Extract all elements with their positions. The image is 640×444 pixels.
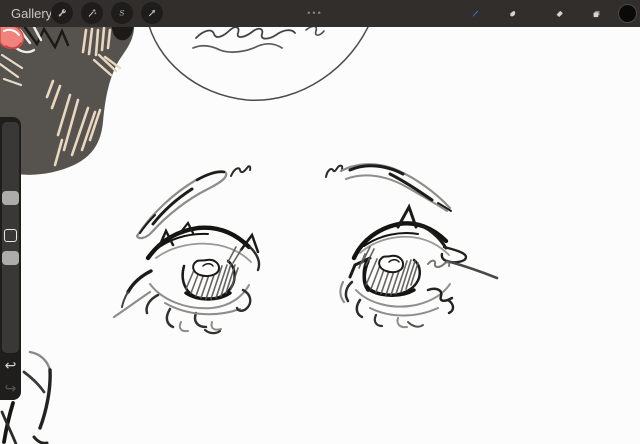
gallery-button[interactable]: Gallery — [11, 0, 52, 27]
layers-button[interactable] — [586, 3, 607, 24]
adjustments-button[interactable] — [81, 2, 103, 24]
magic-wand-icon — [88, 8, 97, 17]
transform-button[interactable] — [141, 2, 163, 24]
left-eye-sketch — [112, 165, 261, 335]
undo-icon: ↩ — [4, 357, 17, 373]
wrench-icon — [58, 9, 66, 17]
drawing-canvas[interactable] — [0, 0, 640, 444]
opacity-slider-handle[interactable] — [2, 251, 19, 265]
top-toolbar: Gallery S ••• — [0, 0, 640, 27]
eraser-tool-button[interactable] — [549, 3, 570, 24]
layers-icon — [593, 10, 600, 17]
smudge-finger-icon — [510, 10, 516, 16]
undo-button[interactable]: ↩ — [0, 355, 21, 375]
brush-size-slider-handle[interactable] — [2, 191, 19, 205]
brush-sidebar: ↩ ↪ — [0, 117, 21, 400]
smudge-tool-button[interactable] — [502, 3, 523, 24]
redo-button[interactable]: ↪ — [0, 378, 21, 398]
redo-icon: ↪ — [4, 380, 17, 396]
svg-text:S: S — [119, 9, 124, 18]
paint-brush-icon — [472, 10, 479, 17]
color-swatch[interactable] — [618, 4, 637, 23]
transform-arrow-icon — [148, 9, 156, 17]
modify-button[interactable] — [4, 229, 17, 242]
overflow-menu[interactable]: ••• — [300, 0, 330, 27]
actions-button[interactable] — [51, 2, 73, 24]
right-eye-sketch — [325, 163, 499, 329]
mouth-circle-sketch — [146, 17, 373, 102]
eraser-icon — [556, 10, 563, 17]
paint-tool-button[interactable] — [465, 3, 486, 24]
selection-s-icon: S — [119, 9, 124, 18]
selection-button[interactable]: S — [111, 2, 133, 24]
